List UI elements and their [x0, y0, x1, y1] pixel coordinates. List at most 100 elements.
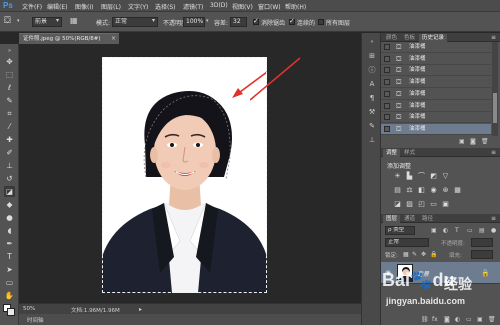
photo-filter-icon[interactable]: ◉: [429, 186, 438, 195]
history-state-row[interactable]: ⛋ 油漆桶: [381, 77, 491, 89]
move-tool-icon[interactable]: ✥: [4, 56, 15, 67]
menu-view[interactable]: 视图(V): [232, 2, 253, 11]
tool-presets-panel-icon[interactable]: ⚒: [367, 107, 377, 117]
menu-help[interactable]: 帮助(H): [285, 2, 306, 11]
filter-shape-icon[interactable]: ▭: [467, 227, 473, 234]
lock-image-icon[interactable]: ✎: [412, 251, 417, 258]
history-scrollbar-thumb[interactable]: [493, 93, 497, 123]
history-state-row[interactable]: ⛋ 油漆桶: [381, 42, 491, 53]
layer-opacity-input[interactable]: [471, 238, 493, 247]
dodge-tool-icon[interactable]: ◖: [4, 225, 15, 236]
fill-input[interactable]: [471, 250, 493, 259]
document-canvas[interactable]: [102, 57, 267, 293]
mode-select[interactable]: 正常 ▾: [112, 17, 158, 27]
all-layers-checkbox[interactable]: [318, 19, 324, 25]
tool-preset-chevron-down-icon[interactable]: ▾: [17, 18, 20, 24]
threshold-icon[interactable]: ◰: [417, 200, 426, 209]
levels-icon[interactable]: ▙: [405, 172, 414, 181]
tab-styles[interactable]: 样式: [401, 149, 418, 157]
new-document-from-state-icon[interactable]: ▣: [459, 138, 465, 145]
menu-3d[interactable]: 3D(D): [210, 2, 228, 9]
menu-window[interactable]: 窗口(W): [258, 2, 281, 11]
tab-color[interactable]: 颜色: [383, 34, 400, 42]
history-source-checkbox[interactable]: [384, 90, 390, 97]
close-icon[interactable]: ×: [111, 34, 116, 44]
lasso-tool-icon[interactable]: ℓ: [4, 82, 15, 93]
menu-layer[interactable]: 图层(L): [101, 2, 121, 11]
lock-position-icon[interactable]: ✥: [421, 251, 426, 258]
filter-type-icon[interactable]: T: [455, 227, 459, 234]
type-tool-icon[interactable]: T: [4, 251, 15, 262]
menu-type[interactable]: 文字(Y): [128, 2, 148, 11]
tab-channels[interactable]: 通道: [401, 215, 418, 223]
curves-icon[interactable]: ⌒: [417, 172, 426, 181]
quick-select-tool-icon[interactable]: ✎: [4, 95, 15, 106]
shape-tool-icon[interactable]: ▭: [4, 277, 15, 288]
lock-all-icon[interactable]: 🔒: [430, 251, 437, 258]
properties-panel-icon[interactable]: ⓘ: [367, 65, 377, 75]
document-tab[interactable]: 证件照.jpeg @ 50%(RGB/8#) ×: [19, 33, 119, 44]
color-lookup-icon[interactable]: ▦: [453, 186, 462, 195]
invert-icon[interactable]: ◪: [393, 200, 402, 209]
brightness-contrast-icon[interactable]: ☀: [393, 172, 402, 181]
hand-tool-icon[interactable]: ✋: [4, 290, 15, 301]
brush-tool-icon[interactable]: ✐: [4, 147, 15, 158]
tab-adjustments[interactable]: 调整: [383, 149, 401, 157]
clone-source-panel-icon[interactable]: ⊥: [367, 135, 377, 145]
history-state-row[interactable]: ⛋ 油漆桶: [381, 65, 491, 77]
tab-swatches[interactable]: 色板: [401, 34, 418, 42]
history-source-checkbox[interactable]: [384, 79, 390, 86]
panel-menu-icon[interactable]: ≡: [491, 34, 496, 41]
black-white-icon[interactable]: ◧: [417, 186, 426, 195]
menu-edit[interactable]: 编辑(E): [47, 2, 67, 11]
crop-tool-icon[interactable]: ⌗: [4, 108, 15, 119]
color-balance-icon[interactable]: ⚖: [405, 186, 414, 195]
contiguous-checkbox[interactable]: [289, 17, 295, 25]
filter-pixel-icon[interactable]: ▣: [431, 227, 437, 234]
menu-image[interactable]: 图像(I): [75, 2, 93, 11]
history-state-row[interactable]: ⛋ 油漆桶: [381, 54, 491, 65]
history-state-row[interactable]: ⛋ 油漆桶: [381, 123, 491, 135]
history-source-checkbox[interactable]: [384, 125, 390, 132]
trash-icon[interactable]: 🗑: [481, 138, 489, 145]
menu-file[interactable]: 文件(F): [22, 2, 42, 11]
history-state-row[interactable]: ⛋ 油漆桶: [381, 112, 491, 124]
filter-adjustment-icon[interactable]: ◐: [443, 227, 448, 234]
blend-mode-select[interactable]: 正常: [385, 238, 429, 247]
tolerance-input[interactable]: 32: [230, 17, 247, 27]
path-select-tool-icon[interactable]: ➤: [4, 264, 15, 275]
blur-tool-icon[interactable]: ●: [4, 212, 15, 223]
opacity-chevron-down-icon[interactable]: ▾: [206, 18, 209, 24]
tab-history[interactable]: 历史记录: [419, 34, 448, 42]
pen-tool-icon[interactable]: ✒: [4, 238, 15, 249]
background-color-swatch[interactable]: [7, 308, 15, 316]
paint-bucket-icon[interactable]: ⛋: [4, 16, 11, 26]
eraser-tool-icon[interactable]: ◪: [4, 186, 15, 197]
history-state-row[interactable]: ⛋ 油漆桶: [381, 101, 491, 112]
posterize-icon[interactable]: ▨: [405, 200, 414, 209]
tab-layers[interactable]: 图层: [383, 215, 401, 223]
paint-bucket-tool-icon[interactable]: ◆: [4, 199, 15, 210]
lock-transparent-icon[interactable]: ▦: [403, 251, 409, 258]
paragraph-panel-icon[interactable]: ¶: [367, 93, 377, 103]
snapshot-camera-icon[interactable]: ◙: [470, 138, 476, 145]
document-info[interactable]: 文档:1.96M/1.96M: [71, 306, 120, 314]
history-source-checkbox[interactable]: [384, 44, 390, 50]
zoom-level[interactable]: 50%: [23, 306, 35, 312]
chevron-right-icon[interactable]: ▸: [139, 306, 142, 313]
clone-stamp-tool-icon[interactable]: ⊥: [4, 160, 15, 171]
history-source-checkbox[interactable]: [384, 55, 390, 62]
menu-select[interactable]: 选择(S): [155, 2, 176, 11]
hue-saturation-icon[interactable]: ▤: [393, 186, 402, 195]
healing-brush-tool-icon[interactable]: ✚: [4, 134, 15, 145]
history-source-checkbox[interactable]: [384, 67, 390, 74]
history-state-row[interactable]: ⛋ 油漆桶: [381, 89, 491, 100]
pattern-swatch-icon[interactable]: ▦: [70, 16, 78, 25]
layer-filter-select[interactable]: ρ 类型: [385, 226, 415, 235]
history-source-checkbox[interactable]: [384, 102, 390, 109]
filter-toggle-icon[interactable]: ●: [491, 227, 496, 234]
panel-menu-icon[interactable]: ≡: [491, 215, 496, 222]
filter-smart-object-icon[interactable]: ▤: [479, 227, 485, 234]
menu-filter[interactable]: 滤镜(T): [183, 2, 203, 11]
exposure-icon[interactable]: ◩: [429, 172, 438, 181]
